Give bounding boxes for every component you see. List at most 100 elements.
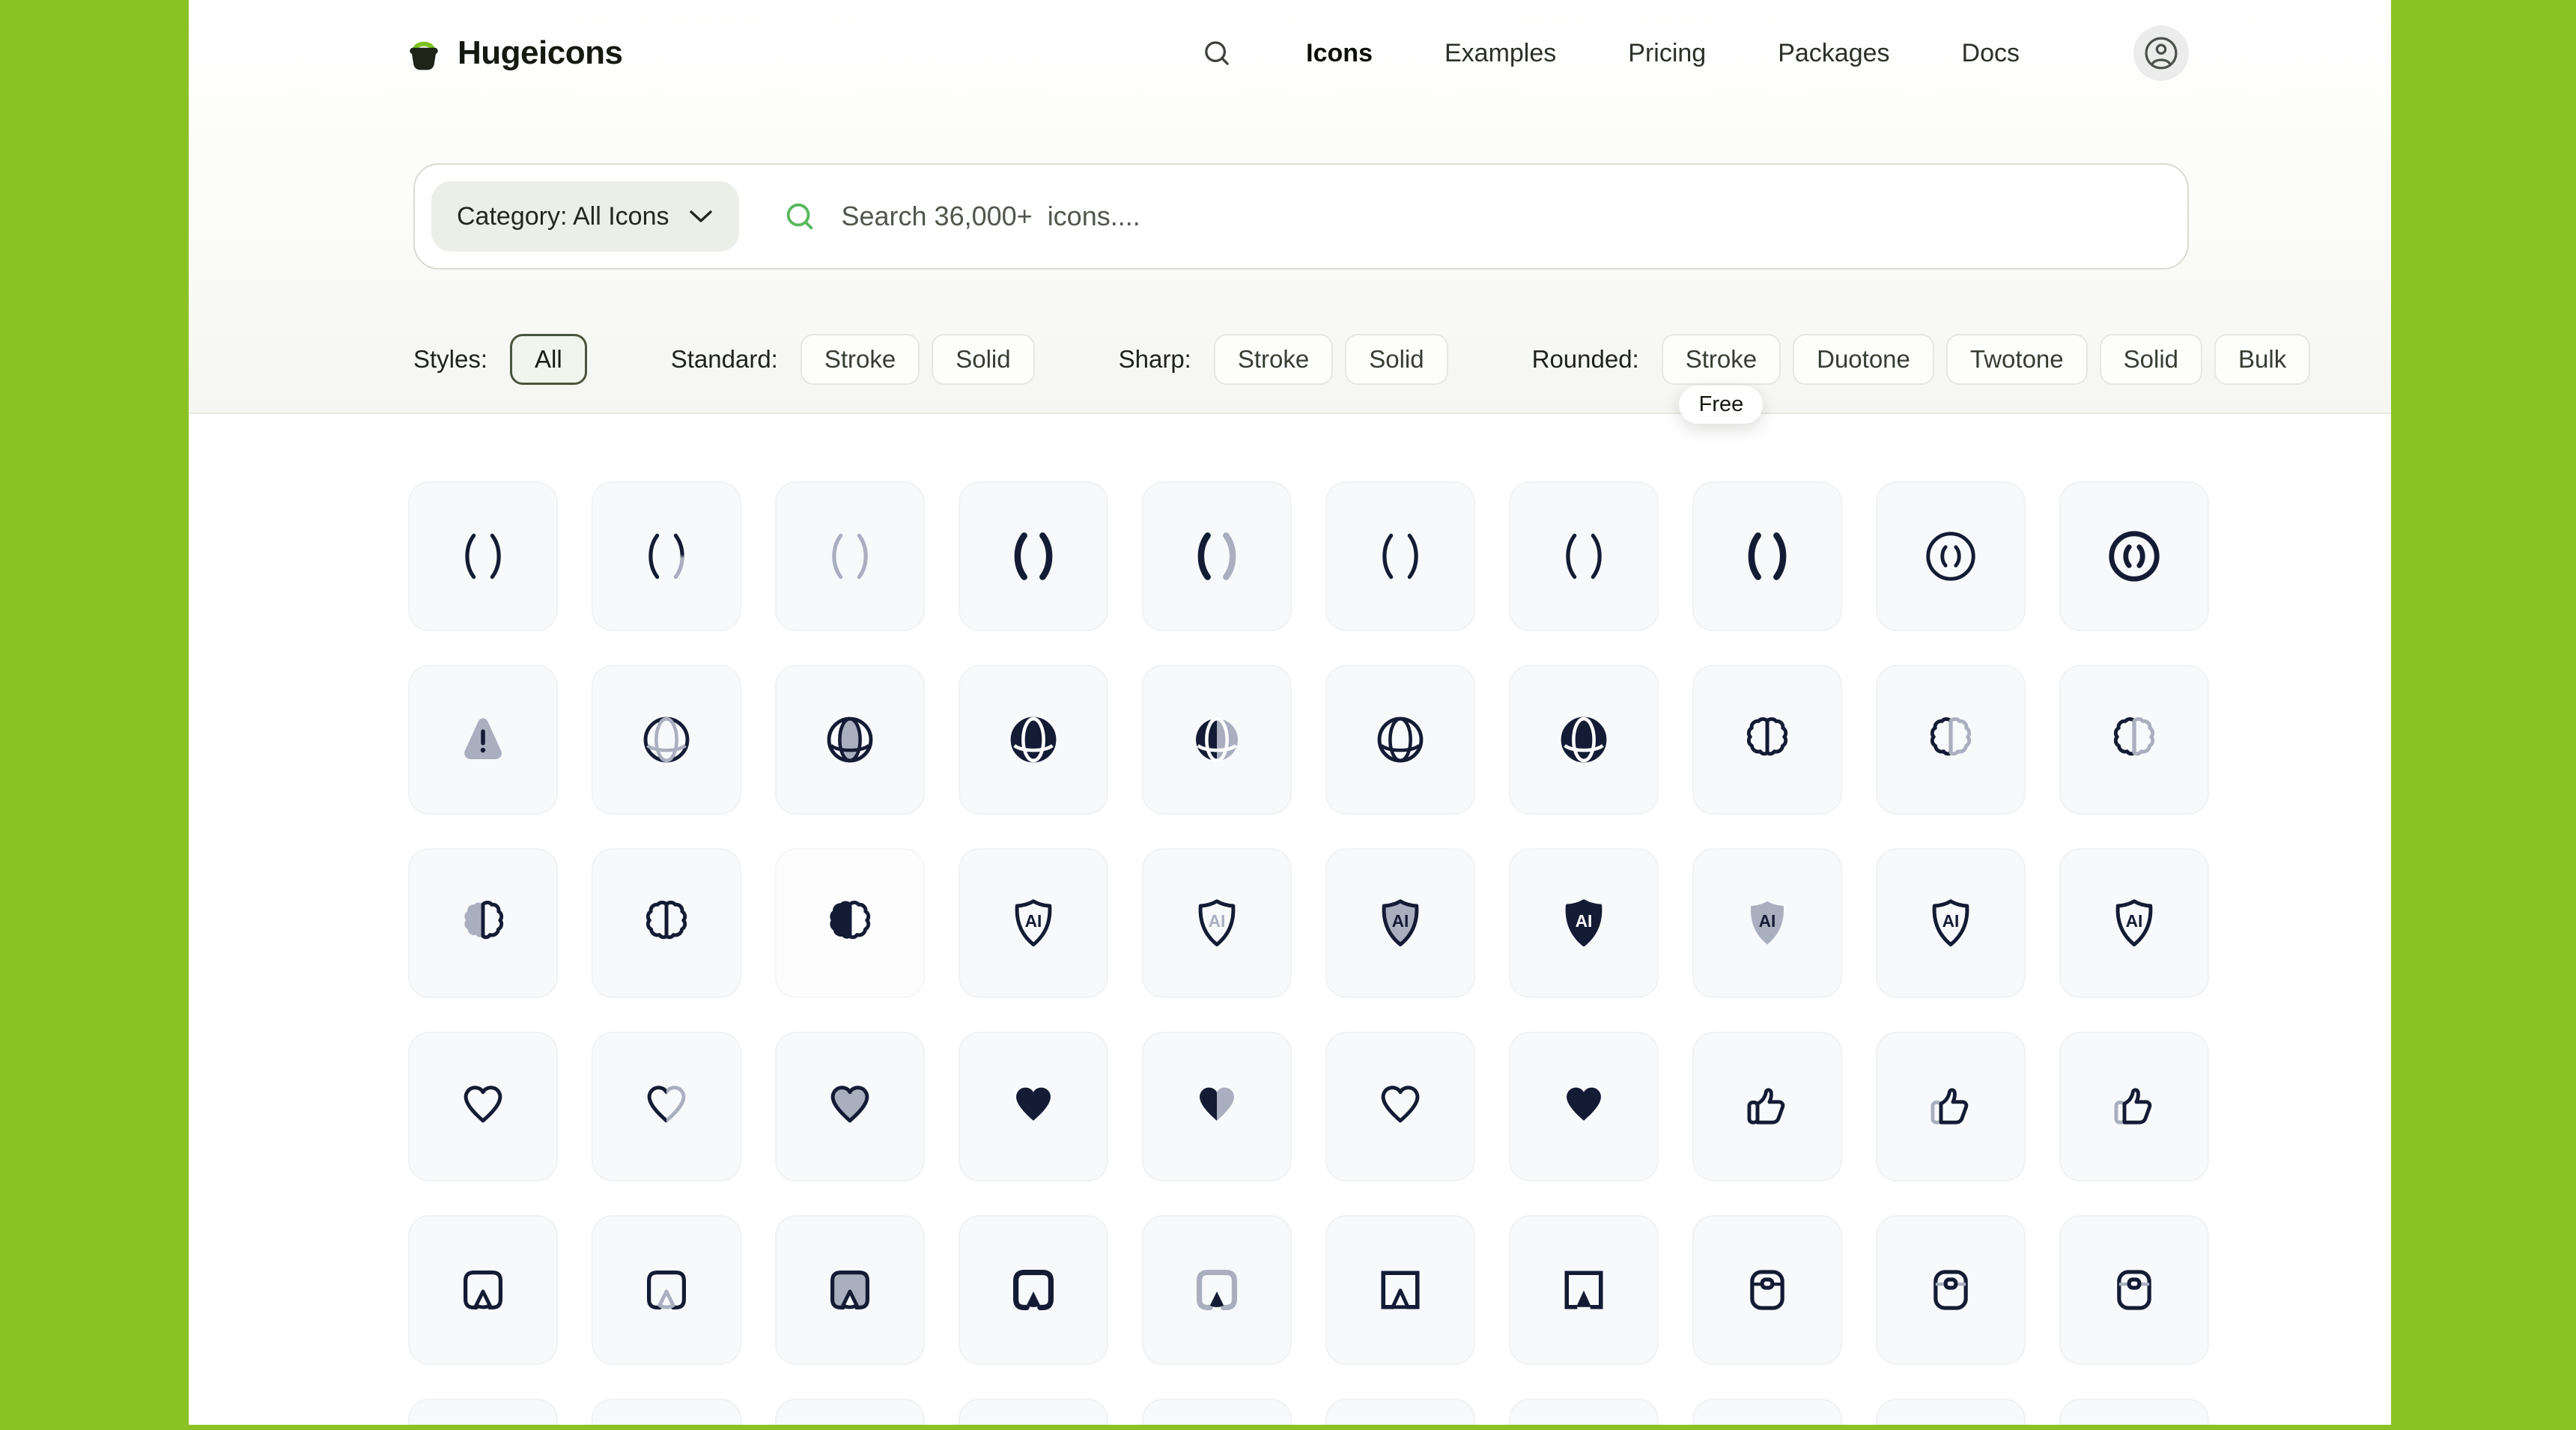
filter-button-bulk[interactable]: Bulk	[2214, 334, 2310, 385]
airdrop-icon	[1188, 1261, 1246, 1319]
icon-card[interactable]	[1509, 665, 1659, 815]
icon-card[interactable]	[1509, 481, 1659, 631]
icon-card[interactable]	[1692, 665, 1842, 815]
icon-grid: AIAIAIAIAIAIAI	[408, 481, 2209, 1425]
icon-card[interactable]	[775, 848, 925, 998]
search-icon[interactable]	[1200, 36, 1234, 70]
icon-card[interactable]: AI	[959, 848, 1108, 998]
icon-card[interactable]	[2059, 481, 2209, 631]
icon-card[interactable]	[408, 848, 558, 998]
icon-card[interactable]	[592, 665, 741, 815]
header: Hugeicons Icons Examples Pricing Packages Do…	[189, 0, 2391, 106]
filter-group: Rounded:StrokeFreeDuotoneTwotoneSolidBul…	[1532, 334, 2311, 385]
icon-card[interactable]	[1142, 1215, 1292, 1365]
icon-card[interactable]	[775, 1399, 925, 1425]
icon-card[interactable]	[1325, 481, 1475, 631]
icon-card[interactable]	[408, 665, 558, 815]
icon-card[interactable]	[592, 481, 741, 631]
nav-link-pricing[interactable]: Pricing	[1628, 39, 1706, 68]
icon-card[interactable]	[1509, 1399, 1659, 1425]
bucket-logo-icon	[402, 31, 446, 75]
filter-button-solid[interactable]: Solid	[932, 334, 1034, 385]
icon-card[interactable]	[1142, 1032, 1292, 1181]
filter-button-all[interactable]: All	[510, 334, 587, 385]
icon-card[interactable]	[959, 1399, 1108, 1425]
filter-button-solid[interactable]: Solid	[2100, 334, 2202, 385]
icon-card[interactable]	[1509, 1215, 1659, 1365]
icon-card[interactable]	[1142, 481, 1292, 631]
icon-card[interactable]: AI	[1142, 848, 1292, 998]
filter-button-label: Twotone	[1970, 345, 2064, 374]
parentheses-icon	[637, 527, 696, 585]
archive-box-icon	[1922, 1261, 1980, 1319]
icon-card[interactable]	[1325, 1032, 1475, 1181]
icon-card[interactable]	[408, 1215, 558, 1365]
filter-button-stroke[interactable]: Stroke	[801, 334, 920, 385]
icon-card[interactable]	[1692, 1399, 1842, 1425]
icon-card[interactable]	[408, 1032, 558, 1181]
icon-card[interactable]	[592, 848, 741, 998]
filter-group: Styles: All	[413, 334, 587, 385]
icon-card[interactable]	[408, 481, 558, 631]
nav-link-packages[interactable]: Packages	[1778, 39, 1889, 68]
brain-icon	[2105, 711, 2163, 769]
filter-button-stroke[interactable]: StrokeFree	[1662, 334, 1781, 385]
logo[interactable]: Hugeicons	[402, 31, 622, 75]
icon-card[interactable]	[2059, 1215, 2209, 1365]
icon-card[interactable]	[1325, 1215, 1475, 1365]
icon-card[interactable]	[1876, 1399, 2026, 1425]
filter-button-stroke[interactable]: Stroke	[1214, 334, 1333, 385]
nav-link-docs[interactable]: Docs	[1962, 39, 2020, 68]
icon-card[interactable]	[1692, 1215, 1842, 1365]
icon-card[interactable]	[2059, 1399, 2209, 1425]
icon-card[interactable]	[2059, 1032, 2209, 1181]
icon-card[interactable]	[959, 1215, 1108, 1365]
icon-card[interactable]	[592, 1215, 741, 1365]
icon-card[interactable]	[1692, 1032, 1842, 1181]
filter-group-label: Styles:	[413, 345, 487, 374]
icon-card[interactable]	[1692, 481, 1842, 631]
icon-card[interactable]	[592, 1399, 741, 1425]
globe-icon	[1004, 711, 1063, 769]
icon-card[interactable]	[1325, 1399, 1475, 1425]
search-input[interactable]	[839, 200, 2157, 233]
category-dropdown[interactable]: Category: All Icons	[431, 181, 739, 252]
icon-card[interactable]	[592, 1032, 741, 1181]
filter-group: Standard:StrokeSolid	[671, 334, 1035, 385]
icon-card[interactable]	[959, 1032, 1108, 1181]
ai-shield-icon: AI	[1555, 894, 1613, 952]
filter-button-duotone[interactable]: Duotone	[1793, 334, 1934, 385]
icon-card[interactable]	[775, 665, 925, 815]
icon-card[interactable]	[2059, 665, 2209, 815]
avatar-button[interactable]	[2133, 25, 2189, 81]
icon-card[interactable]	[1876, 1032, 2026, 1181]
icon-card[interactable]	[1876, 1215, 2026, 1365]
icon-card[interactable]: AI	[1325, 848, 1475, 998]
svg-text:AI: AI	[1759, 911, 1776, 931]
filter-group-label: Sharp:	[1119, 345, 1191, 374]
icon-card[interactable]	[1876, 665, 2026, 815]
icon-card[interactable]: AI	[2059, 848, 2209, 998]
icon-card[interactable]	[959, 481, 1108, 631]
icon-card[interactable]	[775, 1215, 925, 1365]
icon-card[interactable]	[959, 665, 1108, 815]
icon-card[interactable]: AI	[1692, 848, 1842, 998]
icon-card[interactable]: AI	[1876, 848, 2026, 998]
svg-text:AI: AI	[1576, 911, 1593, 931]
search-input-icon	[783, 199, 817, 234]
icon-card[interactable]	[775, 481, 925, 631]
icon-card[interactable]	[1325, 665, 1475, 815]
icon-card[interactable]	[408, 1399, 558, 1425]
icon-card[interactable]	[1142, 1399, 1292, 1425]
nav-link-examples[interactable]: Examples	[1445, 39, 1556, 68]
nav-link-icons[interactable]: Icons	[1306, 39, 1373, 68]
chevron-down-icon	[688, 208, 714, 225]
ai-shield-icon: AI	[1188, 894, 1246, 952]
icon-card[interactable]	[1142, 665, 1292, 815]
icon-card[interactable]	[775, 1032, 925, 1181]
icon-card[interactable]	[1876, 481, 2026, 631]
filter-button-twotone[interactable]: Twotone	[1946, 334, 2088, 385]
icon-card[interactable]	[1509, 1032, 1659, 1181]
icon-card[interactable]: AI	[1509, 848, 1659, 998]
filter-button-solid[interactable]: Solid	[1345, 334, 1448, 385]
